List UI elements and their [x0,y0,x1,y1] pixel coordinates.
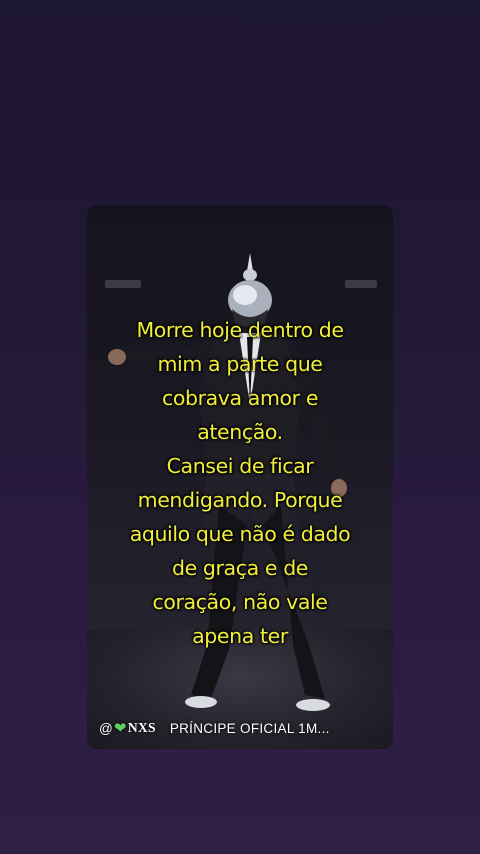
author-handle[interactable]: @ ❤ NXS [99,719,170,737]
handle-prefix: @ [99,720,114,736]
caption-text: Morre hoje dentro de mim a parte que cob… [87,313,393,653]
handle-suffix: NXS [127,720,156,735]
caption-line: Morre hoje dentro de [136,318,344,342]
caption-line: apena ter [192,624,288,648]
green-heart-icon: ❤ [114,720,127,737]
caption-line: cobrava amor e [161,386,319,410]
caption-line: atenção. [197,420,283,444]
app-screen: { "caption": { "lines": [ "Morre hoje de… [0,0,480,854]
caption-line: mendigando. Porque [137,488,343,512]
caption-line: coração, não vale [152,590,328,614]
caption-line: aquilo que não é dado [129,522,351,546]
video-card[interactable]: Morre hoje dentro de mim a parte que cob… [87,205,393,749]
caption-line: mim a parte que [157,352,323,376]
channel-name[interactable]: PRÍNCIPE OFICIAL 1M... [170,721,330,736]
video-footer: @ ❤ NXS PRÍNCIPE OFICIAL 1M... [99,719,330,737]
caption-line: Cansei de ficar [166,454,314,478]
caption-line: de graça e de [171,556,309,580]
